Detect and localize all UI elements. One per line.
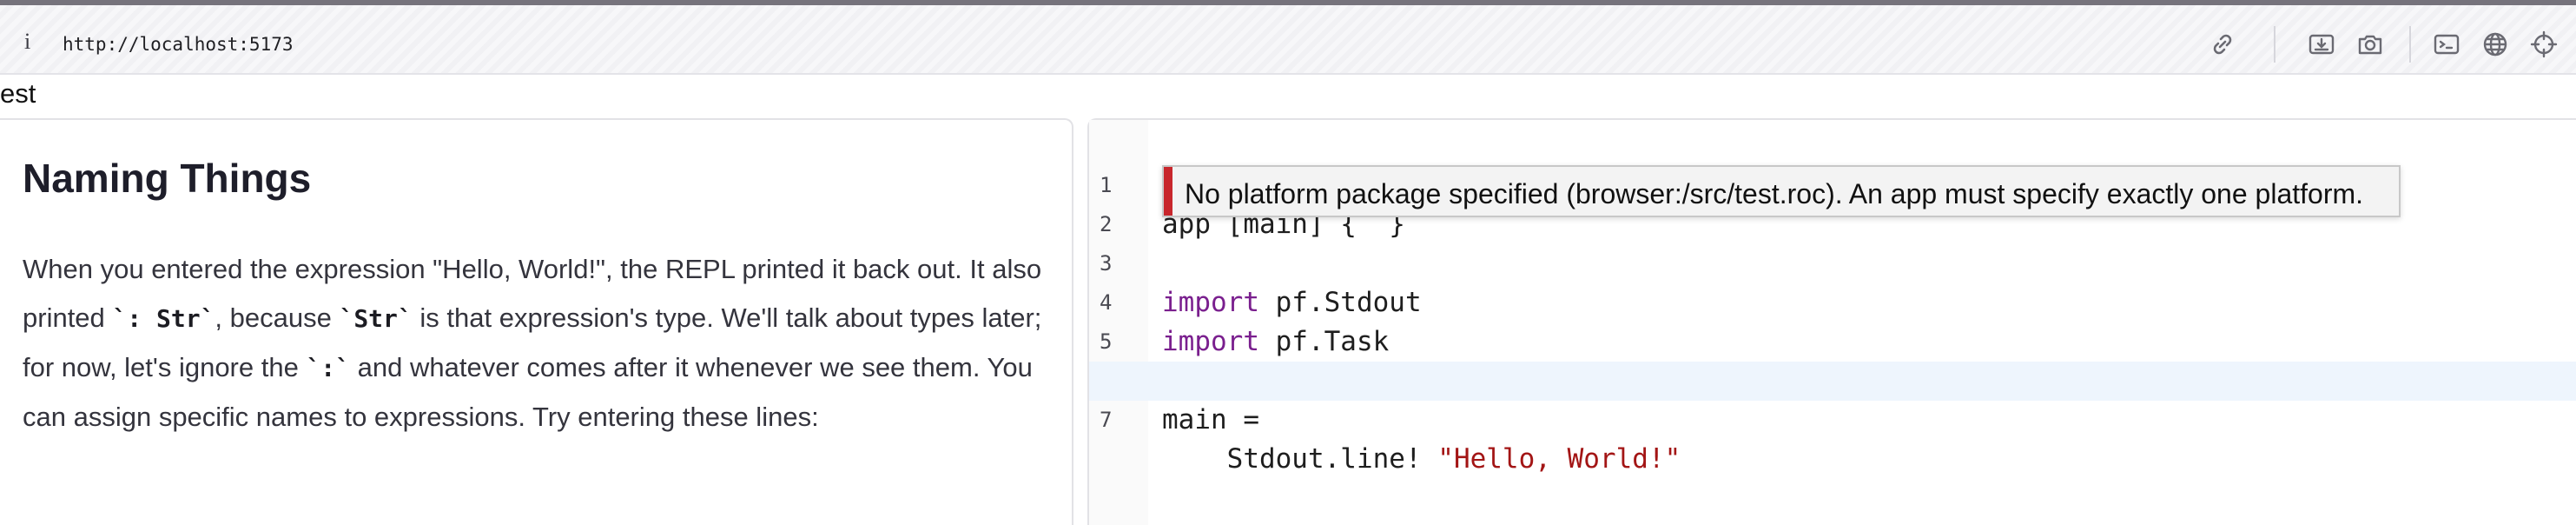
globe-icon[interactable] — [2480, 30, 2510, 59]
link-icon[interactable] — [2208, 30, 2237, 59]
tutorial-heading: Naming Things — [23, 156, 312, 201]
code-line[interactable]: 5 — [1089, 283, 2576, 354]
code-line-active[interactable]: 7 Stdout.line! "Hello, World!" — [1089, 362, 2576, 475]
page-tab-title: est — [0, 78, 36, 109]
code-line[interactable]: 6 main = — [1089, 322, 2576, 435]
browser-address-bar: i http://localhost:5173 — [0, 5, 2576, 75]
line-number: 7 — [1100, 408, 1113, 432]
inline-code: `:` — [306, 354, 351, 382]
error-tooltip: No platform package specified (browser:/… — [1162, 165, 2401, 217]
info-icon[interactable]: i — [24, 30, 38, 53]
toolbar-divider — [2274, 26, 2275, 63]
tutorial-paragraph: When you entered the expression "Hello, … — [23, 245, 1047, 442]
code-line[interactable]: 4 import pf.Task — [1089, 244, 2576, 357]
inline-code: `: Str` — [112, 304, 215, 333]
string-literal: "Hello, World!" — [1437, 443, 1681, 475]
terminal-icon[interactable] — [2432, 30, 2461, 59]
code-text: Stdout.line! "Hello, World!" — [1162, 440, 1681, 479]
toolbar-divider — [2409, 26, 2411, 63]
camera-icon[interactable] — [2355, 30, 2385, 59]
tutorial-pane: Naming Things When you entered the expre… — [0, 118, 1073, 525]
code-line[interactable]: 1 app [main] { } — [1089, 127, 2576, 240]
error-message: No platform package specified (browser:/… — [1185, 178, 2364, 209]
download-icon[interactable] — [2307, 30, 2336, 59]
code-call: Stdout.line! — [1162, 443, 1438, 475]
url-text[interactable]: http://localhost:5173 — [63, 34, 294, 55]
paragraph-text: , because — [215, 302, 340, 333]
crosshair-icon[interactable] — [2529, 30, 2559, 59]
inline-code: `Str` — [339, 304, 413, 333]
code-editor[interactable]: 1 app [main] { } 2 3 import pf.Stdout 4 … — [1087, 118, 2576, 525]
code-text: main = — [1162, 404, 1259, 435]
error-indicator-bar — [1164, 167, 1172, 216]
